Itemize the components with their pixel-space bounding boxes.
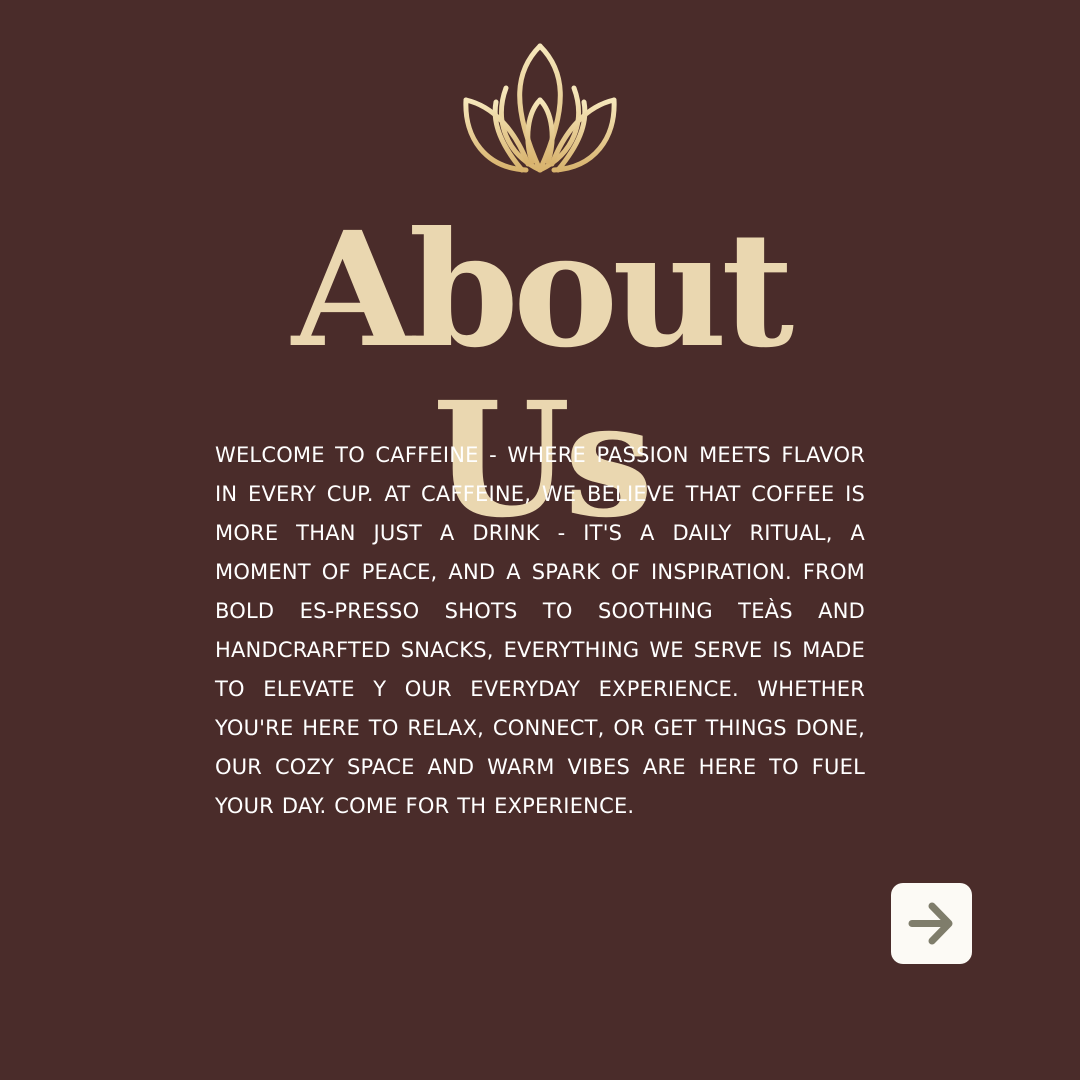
arrow-right-icon — [908, 902, 953, 945]
next-button[interactable] — [891, 883, 972, 964]
about-us-page: About Us WELCOME TO CAFFEINE - WHERE PAS… — [0, 0, 1080, 1080]
lotus-icon — [462, 42, 618, 174]
intro-paragraph: WELCOME TO CAFFEINE - WHERE PASSION MEET… — [215, 443, 865, 818]
